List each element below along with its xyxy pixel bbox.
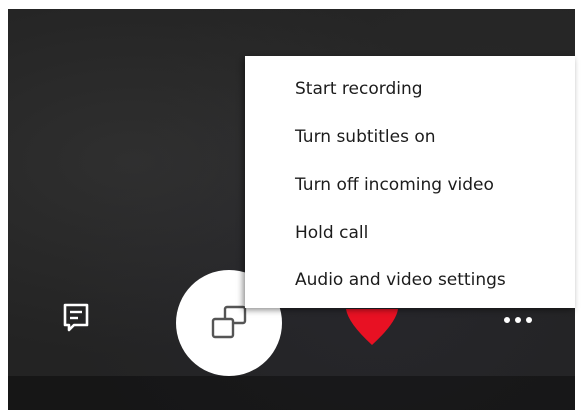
end-call-button[interactable] — [338, 309, 406, 349]
menu-item-hold-call[interactable]: Hold call — [295, 219, 368, 247]
more-options-icon — [504, 317, 532, 323]
menu-item-turn-off-incoming-video[interactable]: Turn off incoming video — [295, 171, 494, 199]
menu-item-start-recording[interactable]: Start recording — [295, 75, 423, 103]
call-controls-bar — [8, 376, 575, 410]
end-call-icon — [346, 309, 398, 345]
chat-icon — [63, 303, 89, 332]
menu-item-turn-subtitles-on[interactable]: Turn subtitles on — [295, 123, 436, 151]
switch-screens-icon — [211, 305, 247, 339]
menu-item-audio-video-settings[interactable]: Audio and video settings — [295, 266, 506, 294]
more-options-menu: Start recording Turn subtitles on Turn o… — [245, 56, 575, 308]
chat-button[interactable] — [55, 295, 99, 339]
more-options-button[interactable] — [492, 305, 544, 335]
